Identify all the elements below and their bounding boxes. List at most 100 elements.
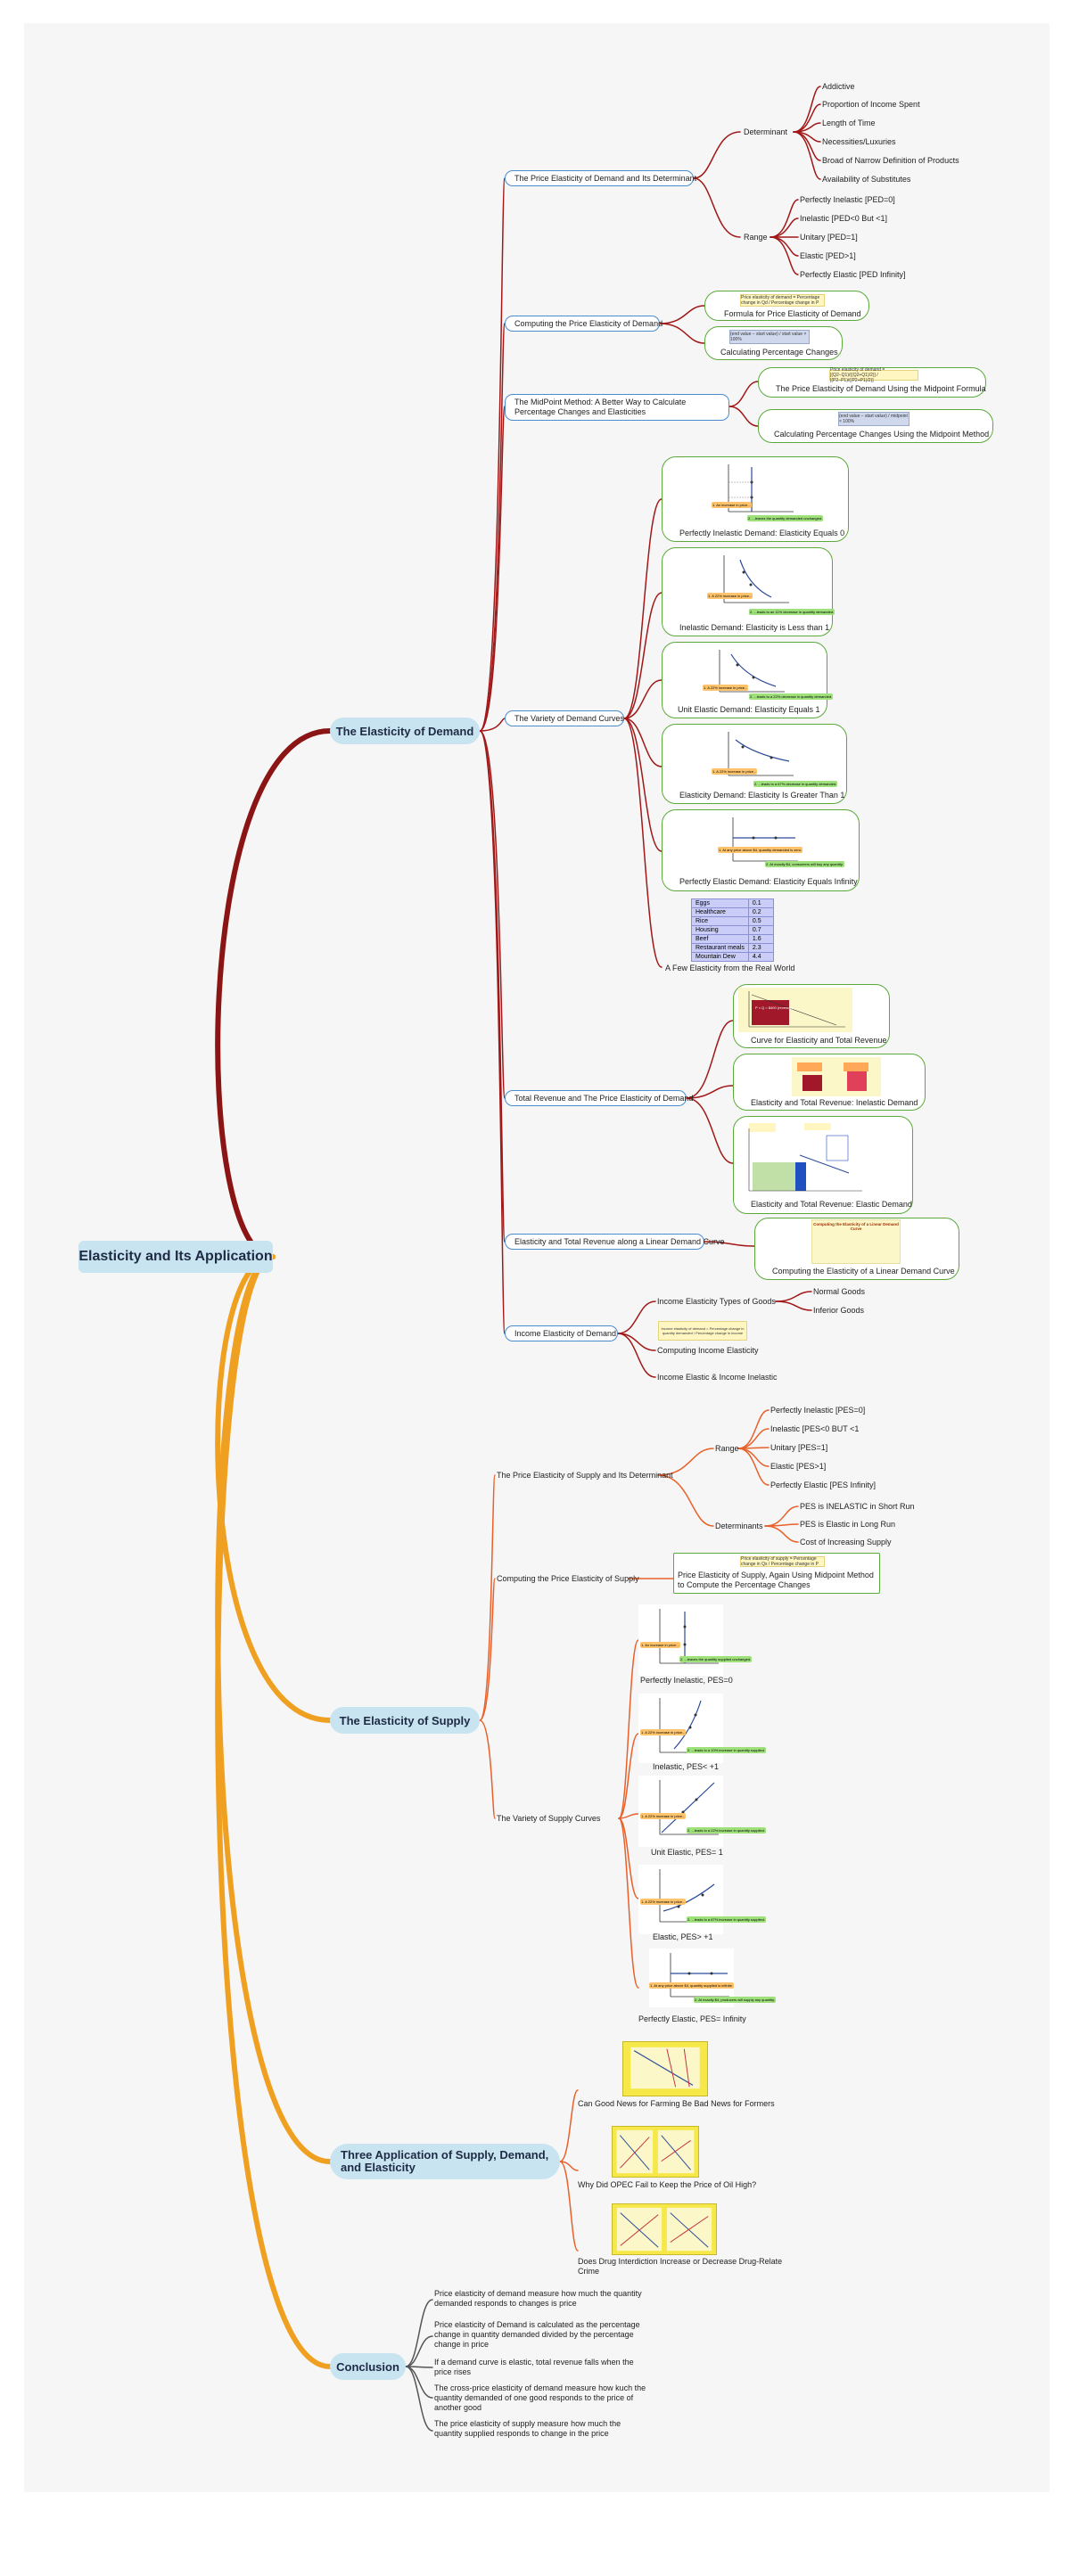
- determinant-label[interactable]: Determinant: [744, 126, 787, 138]
- conclusion-item[interactable]: The cross-price elasticity of demand mea…: [434, 2383, 648, 2413]
- determinant-item[interactable]: Proportion of Income Spent: [822, 98, 920, 111]
- range-item[interactable]: Unitary [PED=1]: [800, 231, 858, 243]
- price-chip: 1. A 22% increase in price...: [640, 1729, 687, 1735]
- connector-root-demand: [215, 728, 333, 1259]
- conclusion-item[interactable]: Price elasticity of demand measure how m…: [434, 2289, 648, 2309]
- supply-curve-label[interactable]: Perfectly Elastic, PES= Infinity: [638, 2014, 746, 2023]
- good-cell: Housing: [691, 925, 749, 935]
- income-type-item[interactable]: Inferior Goods: [813, 1304, 864, 1317]
- card-label: Perfectly Elastic Demand: Elasticity Equ…: [679, 877, 858, 886]
- card-label: Calculating Percentage Changes: [720, 348, 838, 357]
- root-node[interactable]: Elasticity and Its Application: [78, 1241, 273, 1273]
- branch-elasticity-of-demand[interactable]: The Elasticity of Demand: [330, 718, 480, 744]
- pes-range-item[interactable]: Unitary [PES=1]: [770, 1441, 827, 1454]
- sub-computing-ped[interactable]: Computing the Price Elasticity of Demand: [505, 316, 663, 332]
- graph-perfectly-inelastic-demand: [709, 460, 798, 522]
- table-row: Mountain Dew 4.4: [691, 952, 774, 962]
- quantity-chip: 2. ...leads to a 10% increase in quantit…: [687, 1747, 766, 1753]
- supply-curve-label[interactable]: Elastic, PES> +1: [653, 1932, 713, 1941]
- card-label: Curve for Elasticity and Total Revenue: [751, 1036, 887, 1045]
- income-computing-label[interactable]: Computing Income Elasticity: [657, 1344, 759, 1357]
- conclusion-item[interactable]: The price elasticity of supply measure h…: [434, 2419, 648, 2439]
- range-item[interactable]: Elastic [PED>1]: [800, 250, 856, 262]
- connector-root-supply: [215, 1254, 333, 1723]
- supply-curve-label[interactable]: Perfectly Inelastic, PES=0: [640, 1676, 733, 1685]
- income-elastic-label[interactable]: Income Elastic & Income Inelastic: [657, 1371, 778, 1383]
- table-row: Healthcare 0.2: [691, 907, 774, 917]
- branch-conclusion[interactable]: Conclusion: [330, 2353, 406, 2380]
- value-cell: 1.6: [747, 934, 774, 944]
- range-item[interactable]: Perfectly Elastic [PED Infinity]: [800, 268, 906, 281]
- table-row: Beef 1.6: [691, 934, 774, 944]
- income-formula-image: Income elasticity of demand = Percentage…: [658, 1321, 747, 1341]
- sub-variety-supply-curves[interactable]: The Variety of Supply Curves: [497, 1812, 600, 1825]
- opec-graph-image: [612, 2126, 699, 2178]
- table-row: Housing 0.7: [691, 925, 774, 935]
- card-label: Elasticity and Total Revenue: Elastic De…: [751, 1200, 912, 1209]
- income-types-label[interactable]: Income Elasticity Types of Goods: [657, 1295, 776, 1308]
- range-item[interactable]: Inelastic [PED<0 But <1]: [800, 212, 887, 225]
- price-chip: 1. A 22% increase in price...: [712, 768, 758, 775]
- sub-ped-determinant[interactable]: The Price Elasticity of Demand and Its D…: [505, 170, 696, 186]
- card-label: Computing the Elasticity of a Linear Dem…: [772, 1267, 955, 1276]
- application-label[interactable]: Can Good News for Farming Be Bad News fo…: [578, 2099, 775, 2108]
- graph-perfectly-inelastic-supply: [638, 1604, 723, 1676]
- sub-variety-demand-curves[interactable]: The Variety of Demand Curves: [505, 710, 624, 726]
- good-cell: Rice: [691, 916, 749, 926]
- value-cell: 0.5: [747, 916, 774, 926]
- price-chip: 1. An increase in price...: [640, 1642, 680, 1648]
- price-chip: 1. At any price above $4, quantity deman…: [718, 847, 803, 853]
- price-chip: 1. An increase in price...: [712, 502, 752, 508]
- graph-elastic-demand: [709, 727, 798, 786]
- card-label: Price Elasticity of Supply, Again Using …: [678, 1571, 874, 1589]
- determinant-item[interactable]: Broad of Narrow Definition of Products: [822, 154, 959, 167]
- supply-curve-label[interactable]: Unit Elastic, PES= 1: [651, 1848, 723, 1857]
- conclusion-item[interactable]: If a demand curve is elastic, total reve…: [434, 2358, 648, 2377]
- sub-linear-demand[interactable]: Elasticity and Total Revenue along a Lin…: [505, 1234, 724, 1250]
- supply-curve-label[interactable]: Inelastic, PES< +1: [653, 1762, 719, 1771]
- range-item[interactable]: Perfectly Inelastic [PED=0]: [800, 193, 895, 206]
- real-world-elasticity-table: Eggs 0.1 Healthcare 0.2 Rice 0.5 Housing 0.7…: [691, 898, 774, 962]
- graph-unit-elastic-supply: [638, 1776, 723, 1847]
- price-chip: 1. A 22% increase in price...: [707, 593, 753, 599]
- graph-unit-elastic-demand: [700, 645, 789, 701]
- pes-range-item[interactable]: Perfectly Inelastic [PES=0]: [770, 1404, 865, 1416]
- sub-total-revenue[interactable]: Total Revenue and The Price Elasticity o…: [505, 1090, 693, 1106]
- application-label[interactable]: Does Drug Interdiction Increase or Decre…: [578, 2257, 783, 2277]
- sub-income-elasticity[interactable]: Income Elasticity of Demand: [505, 1325, 618, 1341]
- pes-range-item[interactable]: Elastic [PES>1]: [770, 1460, 826, 1473]
- pes-determinant-item[interactable]: PES is Elastic in Long Run: [800, 1518, 895, 1530]
- income-type-item[interactable]: Normal Goods: [813, 1285, 865, 1298]
- conclusion-item[interactable]: Price elasticity of Demand is calculated…: [434, 2320, 648, 2350]
- sub-midpoint-method[interactable]: The MidPoint Method: A Better Way to Cal…: [505, 394, 729, 421]
- pes-range-item[interactable]: Inelastic [PES<0 BUT <1: [770, 1423, 859, 1435]
- quantity-chip: 2. ...leads to a 67% increase in quantit…: [687, 1916, 766, 1923]
- quantity-chip: 2. ...leads to a 22% decrease in quantit…: [749, 693, 834, 700]
- branch-elasticity-of-supply[interactable]: The Elasticity of Supply: [330, 1707, 480, 1734]
- linear-demand-thumbnail: Computing the Elasticity of a Linear Dem…: [811, 1219, 901, 1264]
- range-label[interactable]: Range: [744, 231, 768, 243]
- value-cell: 0.1: [747, 898, 774, 908]
- pes-determinant-item[interactable]: Cost of Increasing Supply: [800, 1536, 892, 1548]
- determinant-item[interactable]: Addictive: [822, 80, 855, 93]
- determinant-item[interactable]: Availability of Substitutes: [822, 173, 910, 185]
- card-label: The Price Elasticity of Demand Using the…: [776, 384, 986, 393]
- sub-pes-determinant[interactable]: The Price Elasticity of Supply and Its D…: [497, 1469, 673, 1481]
- price-chip: 1. At any price above $4, quantity suppl…: [649, 1982, 734, 1989]
- graph-inelastic-total-revenue: [792, 1057, 881, 1096]
- card-label: Unit Elastic Demand: Elasticity Equals 1: [678, 705, 820, 714]
- good-cell: Beef: [691, 934, 749, 944]
- pes-determinants-label[interactable]: Determinants: [715, 1520, 763, 1532]
- card-label: Formula for Price Elasticity of Demand: [724, 309, 861, 318]
- determinant-item[interactable]: Necessities/Luxuries: [822, 135, 896, 148]
- farming-graph-image: [622, 2041, 708, 2096]
- real-world-label[interactable]: A Few Elasticity from the Real World: [665, 964, 794, 972]
- pes-range-label[interactable]: Range: [715, 1442, 739, 1455]
- formula-image: (end value − start value) / midpoint × 1…: [838, 412, 910, 426]
- sub-computing-pes[interactable]: Computing the Price Elasticity of Supply: [497, 1572, 639, 1585]
- determinant-item[interactable]: Length of Time: [822, 117, 876, 129]
- pes-determinant-item[interactable]: PES is INELASTIC in Short Run: [800, 1500, 915, 1513]
- application-label[interactable]: Why Did OPEC Fail to Keep the Price of O…: [578, 2180, 756, 2189]
- branch-three-applications[interactable]: Three Application of Supply, Demand, and…: [330, 2144, 560, 2179]
- pes-range-item[interactable]: Perfectly Elastic [PES Infinity]: [770, 1479, 876, 1491]
